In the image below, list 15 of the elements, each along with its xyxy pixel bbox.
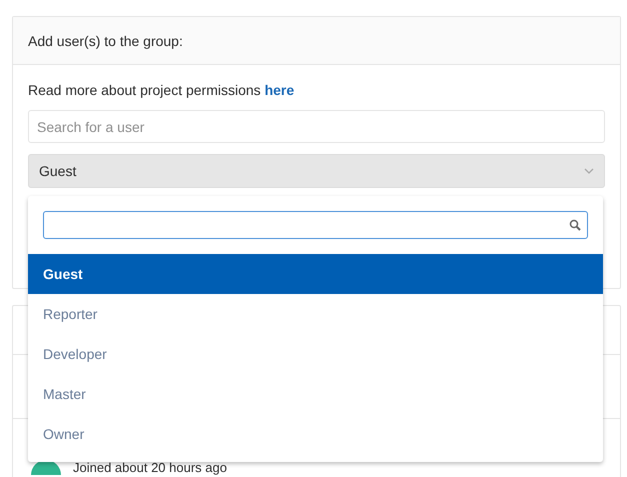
chevron-down-icon [584, 168, 594, 174]
role-option[interactable]: Master [28, 374, 603, 414]
avatar-icon [31, 461, 61, 475]
role-option[interactable]: Reporter [28, 294, 603, 334]
here-link[interactable]: here [264, 82, 294, 98]
panel-header: Add user(s) to the group: [13, 17, 620, 65]
user-search-field[interactable]: Search for a user [28, 110, 605, 143]
search-icon [569, 219, 581, 231]
role-option[interactable]: Developer [28, 334, 603, 374]
dropdown-search-field[interactable] [43, 211, 588, 239]
role-option[interactable]: Owner [28, 414, 603, 454]
joined-text: Joined about 20 hours ago [73, 461, 227, 475]
role-option[interactable]: Guest [28, 254, 603, 294]
permissions-info: Read more about project permissions here [28, 81, 296, 99]
role-select[interactable]: Guest [28, 154, 605, 188]
